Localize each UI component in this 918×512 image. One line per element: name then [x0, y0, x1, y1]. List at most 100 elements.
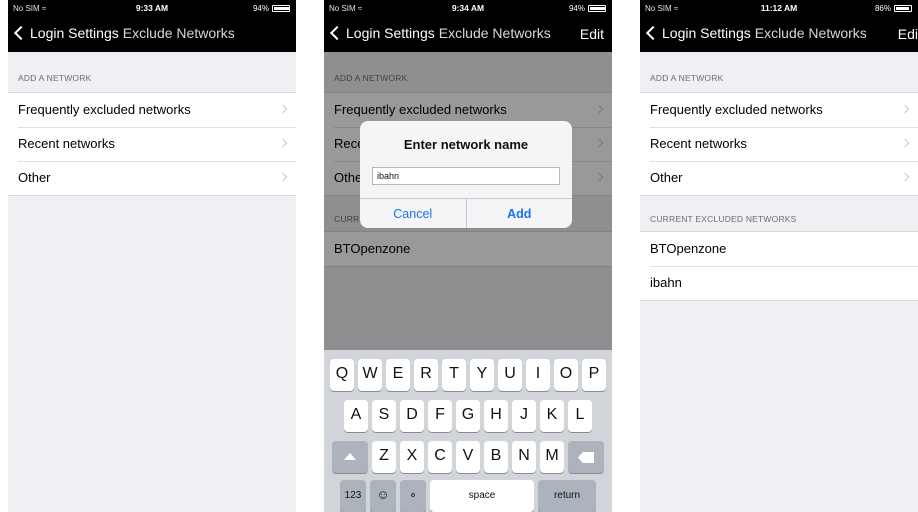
- key-e[interactable]: E: [386, 359, 410, 391]
- keyboard-row-3: Z X C V B N M: [324, 441, 612, 473]
- row-label: Recent networks: [650, 136, 747, 151]
- key-w[interactable]: W: [358, 359, 382, 391]
- battery-icon: [272, 5, 290, 12]
- add-network-group: Frequently excluded networks Recent netw…: [640, 92, 918, 196]
- key-q[interactable]: Q: [330, 359, 354, 391]
- microphone-icon: ⚬: [408, 490, 418, 502]
- battery-indicator: 86%: [875, 4, 912, 13]
- back-button[interactable]: Login Settings Exclude Networks: [328, 25, 551, 41]
- key-u[interactable]: U: [498, 359, 522, 391]
- key-m[interactable]: M: [540, 441, 564, 473]
- shift-icon: [344, 453, 356, 460]
- back-label: Login Settings: [30, 25, 119, 41]
- screen-3: No SIM ≈ 11:12 AM 86% Login Settings Exc…: [640, 0, 918, 512]
- back-button[interactable]: Login Settings Exclude Networks: [12, 25, 235, 41]
- return-key[interactable]: return: [538, 480, 596, 512]
- keyboard-row-2: A S D F G H J K L: [324, 400, 612, 432]
- add-network-group: Frequently excluded networks Recent netw…: [8, 92, 296, 196]
- row-frequently-excluded[interactable]: Frequently excluded networks: [640, 93, 918, 127]
- nav-title: Exclude Networks: [122, 25, 235, 41]
- key-z[interactable]: Z: [372, 441, 396, 473]
- edit-button[interactable]: Edit: [580, 26, 604, 42]
- cancel-button[interactable]: Cancel: [360, 199, 466, 228]
- network-name-input[interactable]: ibahn: [372, 167, 560, 185]
- chevron-right-icon: [278, 172, 288, 182]
- row-recent-networks[interactable]: Recent networks: [8, 127, 296, 161]
- numbers-key[interactable]: 123: [340, 480, 366, 512]
- key-c[interactable]: C: [428, 441, 452, 473]
- key-b[interactable]: B: [484, 441, 508, 473]
- battery-percent: 94%: [568, 4, 585, 13]
- emoji-icon: ☺: [376, 487, 390, 502]
- space-key[interactable]: space: [430, 480, 534, 512]
- key-d[interactable]: D: [400, 400, 424, 432]
- chevron-right-icon: [278, 138, 288, 148]
- nav-bar: Login Settings Exclude Networks: [8, 16, 296, 52]
- row-label: Frequently excluded networks: [650, 102, 823, 117]
- keyboard: Q W E R T Y U I O P A S D F G H J K L Z …: [324, 350, 612, 512]
- key-x[interactable]: X: [400, 441, 424, 473]
- row-excluded-network[interactable]: BTOpenzone: [640, 232, 918, 266]
- key-p[interactable]: P: [582, 359, 606, 391]
- section-header-add: ADD A NETWORK: [18, 73, 92, 83]
- chevron-right-icon: [278, 104, 288, 114]
- row-label: ibahn: [650, 275, 682, 290]
- key-h[interactable]: H: [484, 400, 508, 432]
- screen-2: No SIM ≈ 9:34 AM 94% Login Settings Excl…: [324, 0, 612, 512]
- edit-button[interactable]: Edi: [898, 26, 918, 42]
- key-t[interactable]: T: [442, 359, 466, 391]
- delete-key[interactable]: [568, 441, 604, 473]
- alert-buttons: Cancel Add: [360, 198, 572, 228]
- battery-percent: 86%: [874, 4, 891, 13]
- keyboard-row-1: Q W E R T Y U I O P: [324, 359, 612, 391]
- chevron-right-icon: [900, 104, 910, 114]
- key-k[interactable]: K: [540, 400, 564, 432]
- add-button[interactable]: Add: [465, 199, 573, 228]
- row-label: Other: [18, 170, 51, 185]
- alert-title: Enter network name: [403, 137, 529, 152]
- status-bar: No SIM ≈ 9:34 AM 94%: [324, 0, 612, 16]
- nav-bar: Login Settings Exclude Networks Edi: [640, 16, 918, 52]
- chevron-left-icon: [329, 25, 345, 41]
- key-n[interactable]: N: [512, 441, 536, 473]
- chevron-left-icon: [645, 25, 661, 41]
- row-excluded-network[interactable]: ibahn: [640, 266, 918, 300]
- key-o[interactable]: O: [554, 359, 578, 391]
- row-frequently-excluded[interactable]: Frequently excluded networks: [8, 93, 296, 127]
- keyboard-row-4: 123 ☺ ⚬ space return: [324, 480, 612, 512]
- enter-network-alert: Enter network name ibahn Cancel Add: [360, 121, 572, 228]
- row-other[interactable]: Other: [640, 161, 918, 195]
- key-y[interactable]: Y: [470, 359, 494, 391]
- chevron-right-icon: [900, 138, 910, 148]
- key-i[interactable]: I: [526, 359, 550, 391]
- chevron-left-icon: [13, 25, 29, 41]
- key-j[interactable]: J: [512, 400, 536, 432]
- row-other[interactable]: Other: [8, 161, 296, 195]
- dictation-key[interactable]: ⚬: [400, 480, 426, 512]
- back-label: Login Settings: [346, 25, 435, 41]
- chevron-right-icon: [900, 172, 910, 182]
- emoji-key[interactable]: ☺: [370, 480, 396, 512]
- row-label: BTOpenzone: [650, 241, 727, 256]
- battery-indicator: 94%: [253, 4, 290, 13]
- back-button[interactable]: Login Settings Exclude Networks: [644, 25, 867, 41]
- row-recent-networks[interactable]: Recent networks: [640, 127, 918, 161]
- section-header-add: ADD A NETWORK: [650, 73, 724, 83]
- shift-key[interactable]: [332, 441, 368, 473]
- key-g[interactable]: G: [456, 400, 480, 432]
- key-a[interactable]: A: [344, 400, 368, 432]
- key-s[interactable]: S: [372, 400, 396, 432]
- battery-indicator: 94%: [569, 4, 606, 13]
- key-f[interactable]: F: [428, 400, 452, 432]
- screen-1: No SIM ≈ 9:33 AM 94% Login Settings Excl…: [8, 0, 296, 512]
- section-header-current: CURRENT EXCLUDED NETWORKS: [650, 214, 797, 224]
- key-r[interactable]: R: [414, 359, 438, 391]
- nav-title: Exclude Networks: [754, 25, 867, 41]
- nav-bar: Login Settings Exclude Networks Edit: [324, 16, 612, 52]
- backspace-icon: [578, 452, 594, 463]
- key-l[interactable]: L: [568, 400, 592, 432]
- nav-title: Exclude Networks: [438, 25, 551, 41]
- key-v[interactable]: V: [456, 441, 480, 473]
- status-bar: No SIM ≈ 9:33 AM 94%: [8, 0, 296, 16]
- status-bar: No SIM ≈ 11:12 AM 86%: [640, 0, 918, 16]
